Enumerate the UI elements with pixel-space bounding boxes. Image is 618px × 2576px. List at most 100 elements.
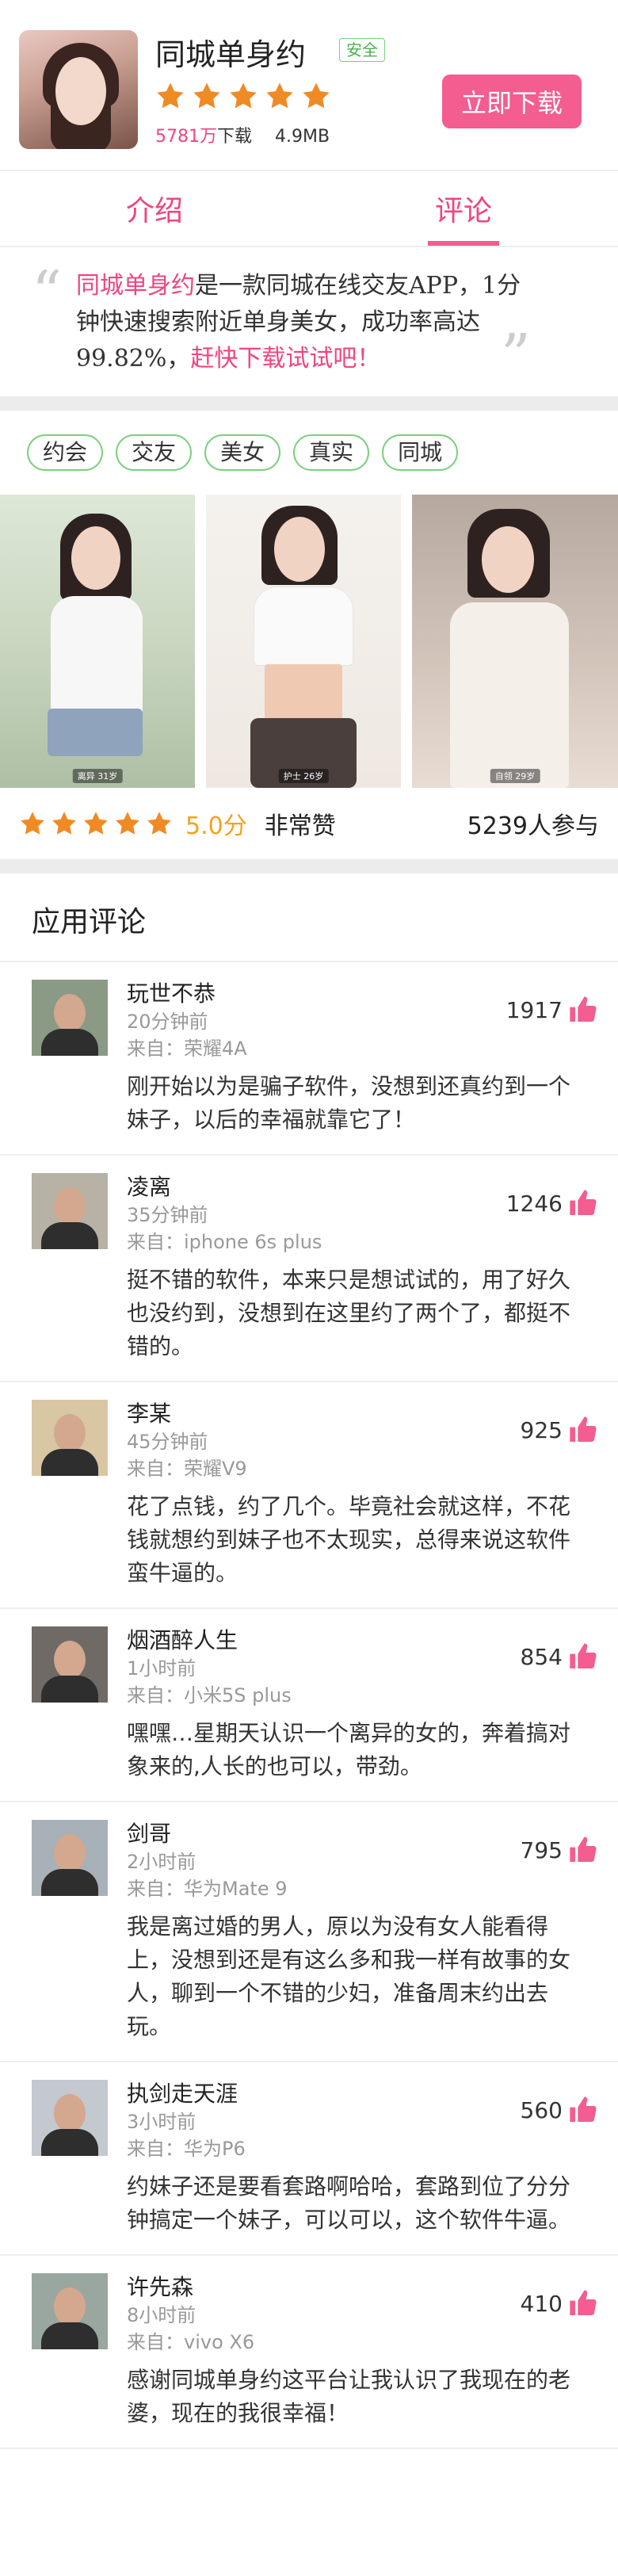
comment-text: 嘿嘿…星期天认识一个离异的女的，奔着搞对象来的,人长的也可以，带劲。 [127, 1720, 571, 1779]
thumbs-up-icon [567, 1834, 599, 1866]
comment-item: 玩世不恭 20分钟前 来自：荣耀4A 刚开始以为是骗子软件，没想到还真约到一个妹… [0, 962, 618, 1156]
like-button[interactable]: 925 [521, 1414, 599, 1446]
tab-intro[interactable]: 介绍 [0, 171, 309, 246]
comment-time: 1小时前 [127, 1657, 196, 1680]
section-divider [0, 396, 618, 411]
tag-local[interactable]: 同城 [382, 434, 459, 471]
comment-text: 刚开始以为是骗子软件，没想到还真约到一个妹子，以后的幸福就靠它了！ [127, 1073, 571, 1133]
tag-friends[interactable]: 交友 [116, 434, 193, 471]
thumbs-up-icon [567, 1414, 599, 1446]
star-icon [192, 81, 222, 111]
comment-device: 来自：华为P6 [127, 2138, 246, 2160]
avatar[interactable] [32, 1173, 108, 1249]
intro-section: “ 同城单身约是一款同城在线交友APP，1分钟快速搜索附近单身美女，成功率高达9… [0, 246, 618, 396]
avatar[interactable] [32, 2080, 108, 2156]
rating-score: 5.0分 [185, 812, 247, 840]
comment-time: 8小时前 [127, 2304, 196, 2326]
thumbs-up-icon [567, 1641, 599, 1672]
participant-count: 5239人参与 [467, 812, 599, 840]
rating-summary: 5.0分 非常赞 5239人参与 [0, 788, 618, 859]
avatar[interactable] [32, 980, 108, 1056]
like-count: 410 [520, 2290, 563, 2317]
photo-3-caption: 自领 29岁 [490, 769, 540, 783]
comment-item: 烟酒醉人生 1小时前 来自：小米5S plus 嘿嘿…星期天认识一个离异的女的，… [0, 1609, 618, 1802]
like-count: 1246 [505, 1190, 563, 1217]
intro-cta: 赶快下载试试吧！ [190, 345, 381, 373]
comment-item: 执剑走天涯 3小时前 来自：华为P6 约妹子还是要看套路啊哈哈，套路到位了分分钟… [0, 2062, 618, 2256]
photo-3[interactable]: 自领 29岁 [412, 495, 618, 788]
quote-open-icon: “ [32, 258, 62, 327]
tag-beauty[interactable]: 美女 [204, 434, 281, 471]
comment-device: 来自：vivo X6 [127, 2331, 255, 2353]
comment-author[interactable]: 许先森 [127, 2273, 586, 2302]
thumbs-up-icon [567, 994, 599, 1026]
comment-text: 花了点钱，约了几个。毕竟社会就这样，不花钱就想约到妹子也不太现实，总得来说这软件… [127, 1493, 571, 1586]
like-button[interactable]: 1246 [506, 1187, 599, 1219]
star-icon [51, 810, 78, 837]
comment-author[interactable]: 烟酒醉人生 [127, 1626, 586, 1655]
app-header: 同城单身约 安全 5781万下载 4.9MB 立即下载 [0, 0, 618, 170]
comment-item: 凌离 35分钟前 来自：iphone 6s plus 挺不错的软件，本来只是想试… [0, 1156, 618, 1382]
intro-text: 同城单身约是一款同城在线交友APP，1分钟快速搜索附近单身美女，成功率高达99.… [76, 268, 542, 377]
thumbs-up-icon [567, 2287, 599, 2319]
photo-1[interactable]: 离异 31岁 [0, 495, 195, 788]
comment-time: 3小时前 [127, 2111, 196, 2133]
star-icon [146, 810, 173, 837]
quote-close-icon: ” [501, 322, 531, 390]
comment-device: 来自：荣耀4A [127, 1038, 247, 1060]
comment-author[interactable]: 李某 [127, 1400, 586, 1428]
avatar[interactable] [32, 1626, 108, 1703]
star-icon [228, 81, 258, 111]
avatar[interactable] [32, 1820, 108, 1896]
photo-2-caption: 护士 26岁 [278, 769, 329, 783]
like-button[interactable]: 1917 [506, 994, 599, 1026]
comment-time: 2小时前 [127, 1851, 196, 1873]
download-button[interactable]: 立即下载 [442, 75, 582, 128]
download-meta: 5781万下载 4.9MB [155, 122, 330, 147]
comment-device: 来自：小米5S plus [127, 1684, 292, 1707]
comment-item: 许先森 8小时前 来自：vivo X6 感谢同城单身约这平台让我认识了我现在的老… [0, 2256, 618, 2449]
like-button[interactable]: 410 [521, 2287, 599, 2319]
avatar[interactable] [32, 1400, 108, 1476]
like-count: 854 [520, 1643, 563, 1670]
section-divider [0, 859, 618, 873]
like-count: 560 [520, 2096, 563, 2123]
star-icon [301, 81, 331, 111]
like-button[interactable]: 795 [521, 1834, 599, 1866]
tag-dating[interactable]: 约会 [27, 434, 104, 471]
comment-text: 约妹子还是要看套路啊哈哈，套路到位了分分钟搞定一个妹子，可以可以，这个软件牛逼。 [127, 2173, 571, 2233]
photo-gallery: 离异 31岁 护士 26岁 自领 29岁 [0, 495, 618, 788]
comment-author[interactable]: 执剑走天涯 [127, 2080, 586, 2108]
avatar[interactable] [32, 2273, 108, 2349]
star-icon [114, 810, 141, 837]
app-rating-stars [155, 81, 331, 111]
download-count: 5781万 [155, 127, 217, 147]
tab-bar: 介绍 评论 [0, 170, 618, 246]
download-suffix: 下载 [217, 127, 253, 147]
photo-1-caption: 离异 31岁 [72, 769, 123, 783]
thumbs-up-icon [567, 2094, 599, 2126]
comment-text: 我是离过婚的男人，原以为没有女人能看得上，没想到还是有这么多和我一样有故事的女人… [127, 1913, 571, 2039]
star-icon [19, 810, 46, 837]
tab-comments[interactable]: 评论 [309, 171, 618, 246]
comment-author[interactable]: 剑哥 [127, 1820, 586, 1848]
rating-verdict: 非常赞 [264, 812, 336, 840]
tag-real[interactable]: 真实 [293, 434, 370, 471]
app-icon [19, 30, 138, 149]
star-icon [155, 81, 185, 111]
photo-2[interactable]: 护士 26岁 [206, 495, 401, 788]
star-icon [265, 81, 295, 111]
like-button[interactable]: 560 [521, 2094, 599, 2126]
comment-item: 李某 45分钟前 来自：荣耀V9 花了点钱，约了几个。毕竟社会就这样，不花钱就想… [0, 1382, 618, 1609]
app-title: 同城单身约 [155, 37, 307, 72]
comment-list: 玩世不恭 20分钟前 来自：荣耀4A 刚开始以为是骗子软件，没想到还真约到一个妹… [0, 962, 618, 2449]
comment-time: 45分钟前 [127, 1431, 208, 1453]
like-button[interactable]: 854 [521, 1641, 599, 1672]
like-count: 925 [520, 1416, 563, 1443]
comments-section-title: 应用评论 [0, 873, 618, 962]
tag-list: 约会 交友 美女 真实 同城 [0, 411, 618, 495]
star-icon [82, 810, 109, 837]
comment-text: 挺不错的软件，本来只是想试试的，用了好久也没约到，没想到在这里约了两个了，都挺不… [127, 1267, 571, 1359]
comment-text: 感谢同城单身约这平台让我认识了我现在的老婆，现在的我很幸福！ [127, 2367, 571, 2426]
summary-stars [19, 810, 173, 837]
